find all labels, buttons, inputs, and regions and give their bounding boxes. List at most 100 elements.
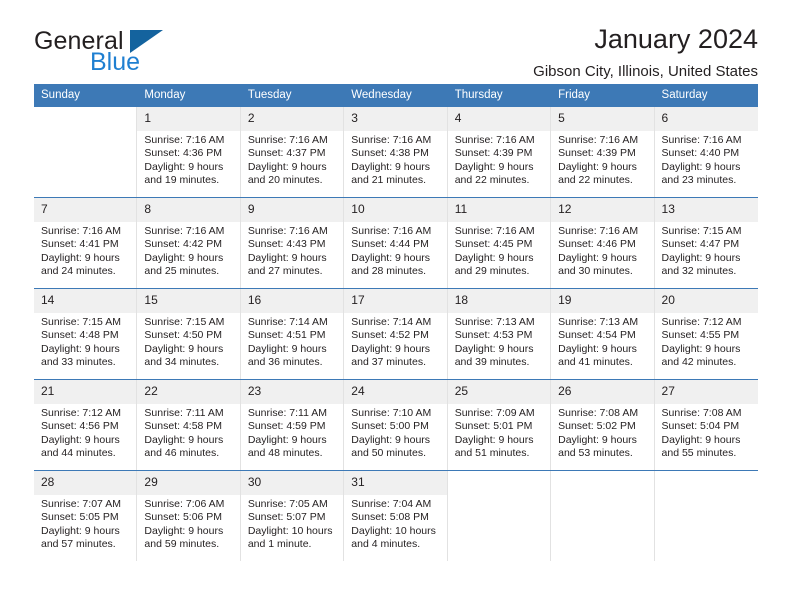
day-number: 31 [344,471,447,495]
day-details: Sunrise: 7:04 AM Sunset: 5:08 PM Daylight:… [344,495,446,558]
day-details: Sunrise: 7:16 AM Sunset: 4:40 PM Daylight:… [655,131,758,194]
weekday-sunday: Sunday [41,89,81,101]
sunrise-text: Sunrise: 7:07 AM [41,498,121,510]
daylight-text: Daylight: 9 hours and 32 minutes. [661,251,741,278]
day-cell[interactable]: 31 Sunrise: 7:04 AM Sunset: 5:08 PM Dayligh… [344,471,448,561]
day-cell[interactable]: 6 Sunrise: 7:16 AM Sunset: 4:40 PM Daylight… [654,107,758,197]
day-cell[interactable]: 3 Sunrise: 7:16 AM Sunset: 4:38 PM Daylight… [344,107,448,197]
day-cell[interactable]: 18 Sunrise: 7:13 AM Sunset: 4:53 PM Dayligh… [447,289,552,379]
daylight-text: Daylight: 9 hours and 53 minutes. [558,433,637,460]
sunrise-text: Sunrise: 7:08 AM [558,407,639,419]
day-details: Sunrise: 7:16 AM Sunset: 4:46 PM Daylight:… [551,222,653,285]
day-details: Sunrise: 7:16 AM Sunset: 4:37 PM Daylight:… [241,131,343,194]
sunset-text: Sunset: 4:40 PM [661,147,740,160]
day-details: Sunrise: 7:16 AM Sunset: 4:39 PM Daylight:… [448,131,550,194]
sunrise-text: Sunrise: 7:16 AM [41,225,121,237]
day-cell[interactable]: 2 Sunrise: 7:16 AM Sunset: 4:37 PM Daylight… [240,107,345,197]
daylight-text: Daylight: 9 hours and 37 minutes. [351,342,431,369]
calendar-week-row: 28 Sunrise: 7:07 AM Sunset: 5:05 PM Dayligh… [34,470,758,561]
sunset-text: Sunset: 4:52 PM [351,329,429,342]
day-cell[interactable]: 28 Sunrise: 7:07 AM Sunset: 5:05 PM Dayligh… [34,471,138,561]
day-cell[interactable]: 11 Sunrise: 7:16 AM Sunset: 4:45 PM Dayligh… [447,198,552,288]
day-number [551,471,654,495]
sunrise-text: Sunrise: 7:06 AM [144,498,225,510]
day-cell[interactable]: 12 Sunrise: 7:16 AM Sunset: 4:46 PM Dayligh… [551,198,655,288]
sunset-text: Sunset: 4:48 PM [41,329,119,342]
day-cell[interactable]: 30 Sunrise: 7:05 AM Sunset: 5:07 PM Dayligh… [240,471,345,561]
day-number: 20 [654,289,758,313]
sunrise-text: Sunrise: 7:08 AM [661,407,742,419]
day-number: 4 [447,107,551,131]
daylight-text: Daylight: 9 hours and 28 minutes. [351,251,431,278]
day-details: Sunrise: 7:16 AM Sunset: 4:45 PM Daylight:… [448,222,550,285]
day-cell[interactable]: 23 Sunrise: 7:11 AM Sunset: 4:59 PM Dayligh… [240,380,345,470]
day-number: 19 [551,289,654,313]
daylight-text: Daylight: 9 hours and 22 minutes. [454,160,534,187]
day-cell[interactable]: 14 Sunrise: 7:15 AM Sunset: 4:48 PM Dayligh… [34,289,138,379]
day-cell[interactable]: 20 Sunrise: 7:12 AM Sunset: 4:55 PM Dayligh… [654,289,758,379]
day-cell[interactable]: 25 Sunrise: 7:09 AM Sunset: 5:01 PM Dayligh… [447,380,552,470]
day-number: 25 [447,380,551,404]
day-number: 24 [344,380,447,404]
day-cell[interactable]: 26 Sunrise: 7:08 AM Sunset: 5:02 PM Dayligh… [551,380,655,470]
day-cell[interactable]: 13 Sunrise: 7:15 AM Sunset: 4:47 PM Dayligh… [654,198,758,288]
generalblue-logo[interactable]: General Blue [34,27,254,79]
calendar-week-row: 7 Sunrise: 7:16 AM Sunset: 4:41 PM Daylight… [34,197,758,288]
day-details: Sunrise: 7:12 AM Sunset: 4:55 PM Daylight:… [655,313,758,376]
sunset-text: Sunset: 5:06 PM [144,511,223,524]
day-cell[interactable]: 7 Sunrise: 7:16 AM Sunset: 4:41 PM Daylight… [34,198,138,288]
day-details: Sunrise: 7:13 AM Sunset: 4:53 PM Daylight:… [448,313,550,376]
day-cell[interactable]: 21 Sunrise: 7:12 AM Sunset: 4:56 PM Dayligh… [34,380,138,470]
day-details: Sunrise: 7:16 AM Sunset: 4:39 PM Daylight:… [551,131,653,194]
sunset-text: Sunset: 4:59 PM [247,420,326,433]
calendar-week-row: 14 Sunrise: 7:15 AM Sunset: 4:48 PM Dayligh… [34,288,758,379]
daylight-text: Daylight: 9 hours and 22 minutes. [558,160,637,187]
day-number [654,471,758,495]
daylight-text: Daylight: 9 hours and 57 minutes. [41,524,120,551]
sunrise-text: Sunrise: 7:10 AM [351,407,432,419]
weekday-wednesday: Wednesday [351,89,412,101]
day-details: Sunrise: 7:16 AM Sunset: 4:36 PM Daylight:… [137,131,239,194]
sunrise-text: Sunrise: 7:13 AM [558,316,639,328]
day-number: 10 [344,198,447,222]
daylight-text: Daylight: 10 hours and 1 minute. [247,524,333,551]
sunset-text: Sunset: 4:51 PM [247,329,326,342]
sunrise-text: Sunrise: 7:16 AM [351,225,432,237]
day-details: Sunrise: 7:11 AM Sunset: 4:58 PM Daylight:… [137,404,239,467]
day-number: 30 [240,471,344,495]
day-cell[interactable]: 19 Sunrise: 7:13 AM Sunset: 4:54 PM Dayligh… [551,289,655,379]
day-cell[interactable]: 22 Sunrise: 7:11 AM Sunset: 4:58 PM Dayligh… [137,380,241,470]
day-cell[interactable]: 9 Sunrise: 7:16 AM Sunset: 4:43 PM Daylight… [240,198,345,288]
sunrise-text: Sunrise: 7:16 AM [247,225,328,237]
day-details: Sunrise: 7:16 AM Sunset: 4:44 PM Daylight:… [344,222,446,285]
sunrise-text: Sunrise: 7:16 AM [351,134,432,146]
day-cell[interactable]: 10 Sunrise: 7:16 AM Sunset: 4:44 PM Dayligh… [344,198,448,288]
day-cell[interactable]: 15 Sunrise: 7:15 AM Sunset: 4:50 PM Dayligh… [137,289,241,379]
daylight-text: Daylight: 9 hours and 20 minutes. [247,160,327,187]
day-cell[interactable]: 8 Sunrise: 7:16 AM Sunset: 4:42 PM Daylight… [137,198,241,288]
day-cell[interactable]: 17 Sunrise: 7:14 AM Sunset: 4:52 PM Dayligh… [344,289,448,379]
day-cell[interactable]: 16 Sunrise: 7:14 AM Sunset: 4:51 PM Dayligh… [240,289,345,379]
day-cell[interactable]: 4 Sunrise: 7:16 AM Sunset: 4:39 PM Daylight… [447,107,552,197]
day-details: Sunrise: 7:16 AM Sunset: 4:38 PM Daylight:… [344,131,446,194]
day-cell[interactable]: 24 Sunrise: 7:10 AM Sunset: 5:00 PM Dayligh… [344,380,448,470]
day-number: 3 [344,107,447,131]
sunset-text: Sunset: 5:05 PM [41,511,119,524]
day-cell[interactable]: 1 Sunrise: 7:16 AM Sunset: 4:36 PM Daylight… [137,107,241,197]
day-cell[interactable]: 5 Sunrise: 7:16 AM Sunset: 4:39 PM Daylight… [551,107,655,197]
sunset-text: Sunset: 4:47 PM [661,238,740,251]
sunrise-text: Sunrise: 7:12 AM [41,407,121,419]
day-number: 7 [34,198,137,222]
day-cell[interactable]: 29 Sunrise: 7:06 AM Sunset: 5:06 PM Dayligh… [137,471,241,561]
daylight-text: Daylight: 9 hours and 27 minutes. [247,251,327,278]
day-cell-empty [654,471,758,561]
day-cell[interactable]: 27 Sunrise: 7:08 AM Sunset: 5:04 PM Dayligh… [654,380,758,470]
sunrise-text: Sunrise: 7:16 AM [247,134,328,146]
sunset-text: Sunset: 4:55 PM [661,329,740,342]
day-number: 1 [137,107,240,131]
sunset-text: Sunset: 4:43 PM [247,238,326,251]
day-number: 6 [654,107,758,131]
day-number: 16 [240,289,344,313]
day-details: Sunrise: 7:16 AM Sunset: 4:41 PM Daylight:… [34,222,136,285]
day-number: 12 [551,198,654,222]
